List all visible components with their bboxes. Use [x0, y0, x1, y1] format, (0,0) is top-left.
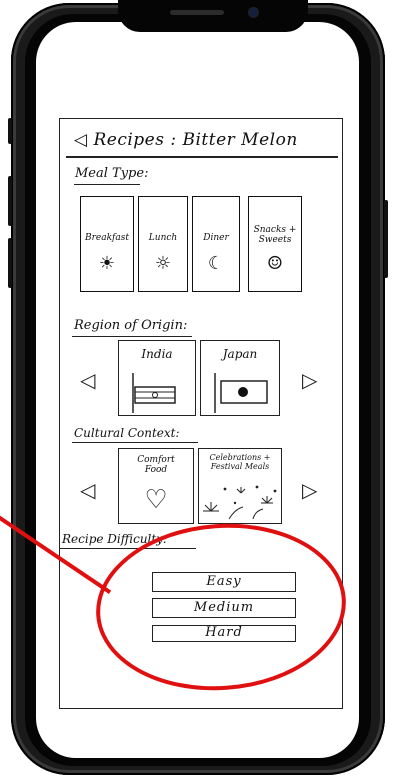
region-card-japan[interactable]: Japan [200, 340, 280, 416]
region-label: India [141, 347, 173, 361]
meal-label: Diner [203, 233, 229, 243]
cultural-card-celebrations[interactable]: Celebrations + Festival Meals [198, 448, 282, 524]
side-button [8, 118, 12, 144]
cultural-label: Comfort Food [137, 455, 175, 475]
volume-down-button [8, 238, 12, 288]
region-prev-arrow[interactable]: ◁ [80, 368, 95, 392]
heart-icon: ♡ [144, 485, 168, 515]
moon-icon: ☾ [207, 253, 225, 274]
volume-up-button [8, 176, 12, 226]
heading-underline [74, 184, 140, 186]
meal-card-dinner[interactable]: Diner ☾ [192, 196, 240, 292]
region-card-india[interactable]: India [118, 340, 196, 416]
heading-underline [72, 442, 198, 444]
india-flag-icon [132, 373, 176, 413]
cultural-heading: Cultural Context: [74, 426, 180, 440]
notch [118, 0, 308, 32]
meal-label: Lunch [148, 233, 178, 243]
cultural-next-arrow[interactable]: ▷ [302, 478, 317, 502]
title-divider [66, 156, 338, 158]
cultural-prev-arrow[interactable]: ◁ [80, 478, 95, 502]
cultural-card-comfort-food[interactable]: Comfort Food ♡ [118, 448, 194, 524]
meal-card-snacks[interactable]: Snacks + Sweets ☺ [248, 196, 302, 292]
meal-label: Snacks + Sweets [253, 225, 297, 245]
power-button [384, 200, 388, 278]
sun-icon: ☼ [154, 253, 172, 274]
sunrise-icon: ☀ [98, 253, 116, 274]
page-title[interactable]: ◁ Recipes : Bitter Melon [74, 130, 298, 150]
japan-flag-icon [214, 373, 268, 413]
meal-label: Breakfast [85, 233, 129, 243]
meal-card-lunch[interactable]: Lunch ☼ [138, 196, 188, 292]
cultural-label: Celebrations + Festival Meals [209, 453, 271, 471]
meal-type-heading: Meal Type: [75, 166, 149, 181]
front-camera [249, 8, 258, 17]
region-label: Japan [222, 347, 258, 361]
fireworks-icon [203, 485, 277, 520]
speaker-grille [170, 10, 224, 15]
meal-card-breakfast[interactable]: Breakfast ☀ [80, 196, 134, 292]
region-next-arrow[interactable]: ▷ [302, 368, 317, 392]
heading-underline [72, 336, 192, 338]
region-heading: Region of Origin: [74, 318, 188, 333]
smiley-icon: ☺ [266, 253, 284, 274]
